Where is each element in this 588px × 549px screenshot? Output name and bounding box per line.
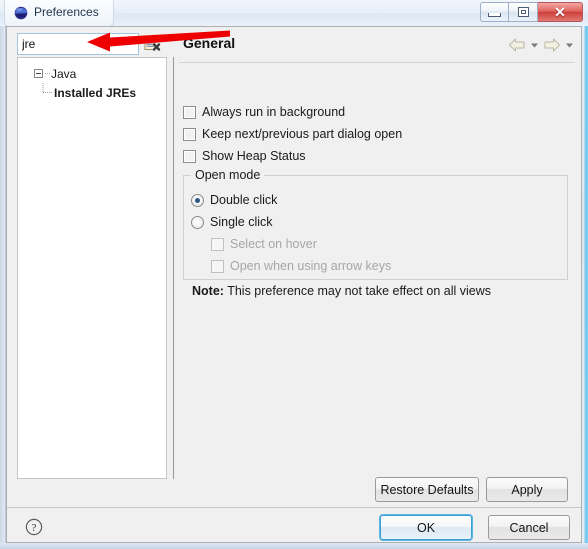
collapse-icon[interactable] bbox=[34, 69, 43, 78]
ok-button[interactable]: OK bbox=[380, 515, 472, 540]
checkbox-icon[interactable] bbox=[183, 105, 196, 119]
page-title: General bbox=[183, 35, 236, 51]
back-dropdown-icon[interactable] bbox=[529, 39, 540, 51]
tree-branch-icon bbox=[42, 83, 52, 93]
tree-connector-icon bbox=[45, 73, 51, 74]
checkbox-select-on-hover: Select on hover bbox=[211, 237, 317, 251]
window-title: Preferences bbox=[34, 5, 99, 19]
help-icon[interactable]: ? bbox=[25, 518, 43, 536]
apply-button[interactable]: Apply bbox=[486, 477, 568, 502]
note-label: Note: bbox=[192, 284, 224, 298]
radio-label: Single click bbox=[210, 215, 273, 229]
radio-icon[interactable] bbox=[191, 193, 204, 207]
back-arrow-icon[interactable] bbox=[508, 37, 526, 53]
open-mode-legend: Open mode bbox=[191, 168, 265, 182]
header-separator bbox=[179, 62, 575, 63]
window-right-border bbox=[584, 0, 588, 549]
radio-single-click[interactable]: Single click bbox=[191, 215, 273, 229]
dialog-body: Java Installed JREs General bbox=[6, 26, 582, 543]
checkbox-always-run-in-background[interactable]: Always run in background bbox=[183, 105, 345, 119]
radio-double-click[interactable]: Double click bbox=[191, 193, 277, 207]
page-header: General bbox=[179, 35, 581, 57]
preference-tree[interactable]: Java Installed JREs bbox=[17, 57, 167, 479]
minimize-icon bbox=[488, 12, 501, 17]
radio-icon[interactable] bbox=[191, 215, 204, 229]
note-text: This preference may not take effect on a… bbox=[227, 284, 491, 298]
restore-defaults-button[interactable]: Restore Defaults bbox=[375, 477, 479, 502]
filter-row bbox=[7, 27, 167, 55]
tree-item-installed-jres[interactable]: Installed JREs bbox=[18, 83, 166, 102]
checkbox-label: Always run in background bbox=[202, 105, 346, 119]
title-bar[interactable]: Preferences ✕ bbox=[0, 0, 588, 27]
preferences-dialog-screenshot: Preferences ✕ jre Java Installed JREs Ge… bbox=[0, 0, 588, 549]
maximize-icon bbox=[517, 7, 529, 17]
filter-input[interactable] bbox=[17, 33, 139, 55]
eclipse-sphere-icon bbox=[14, 6, 28, 20]
clear-filter-icon[interactable] bbox=[144, 36, 161, 52]
cancel-button[interactable]: Cancel bbox=[488, 515, 570, 540]
tree-item-label: Installed JREs bbox=[54, 85, 137, 100]
checkbox-label: Keep next/previous part dialog open bbox=[202, 127, 403, 141]
window-controls: ✕ bbox=[480, 2, 583, 22]
tree-item-label: Java bbox=[51, 66, 77, 81]
maximize-button[interactable] bbox=[509, 2, 538, 22]
forward-arrow-icon[interactable] bbox=[543, 37, 561, 53]
checkbox-open-when-using-arrow-keys: Open when using arrow keys bbox=[211, 259, 391, 273]
checkbox-icon bbox=[211, 259, 224, 273]
svg-text:?: ? bbox=[32, 522, 37, 534]
checkbox-label: Select on hover bbox=[230, 237, 317, 251]
checkbox-icon[interactable] bbox=[183, 149, 196, 163]
checkbox-keep-next-previous-part-dialog-open[interactable]: Keep next/previous part dialog open bbox=[183, 127, 402, 141]
checkbox-icon[interactable] bbox=[183, 127, 196, 141]
checkbox-label: Show Heap Status bbox=[202, 149, 306, 163]
radio-label: Double click bbox=[210, 193, 278, 207]
checkbox-show-heap-status[interactable]: Show Heap Status bbox=[183, 149, 306, 163]
window-bottom-border bbox=[0, 543, 588, 549]
tree-item-java[interactable]: Java bbox=[18, 64, 166, 83]
minimize-button[interactable] bbox=[480, 2, 509, 22]
checkbox-label: Open when using arrow keys bbox=[230, 259, 392, 273]
checkbox-icon bbox=[211, 237, 224, 251]
close-button[interactable]: ✕ bbox=[538, 2, 583, 22]
forward-dropdown-icon[interactable] bbox=[564, 39, 575, 51]
close-icon: ✕ bbox=[554, 4, 566, 20]
page-nav-group bbox=[508, 37, 575, 53]
open-mode-note: Note: This preference may not take effec… bbox=[192, 284, 491, 298]
